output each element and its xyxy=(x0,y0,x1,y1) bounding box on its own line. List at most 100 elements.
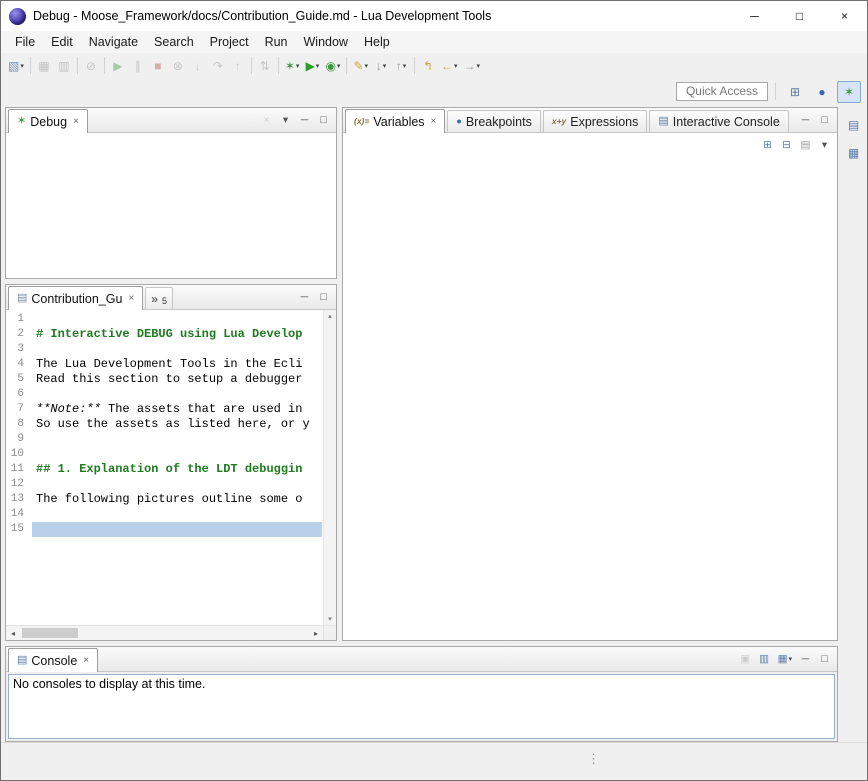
code-line[interactable]: 2# Interactive DEBUG using Lua Develop xyxy=(6,327,323,342)
debug-view: ✶ Debug × × ▾─□ xyxy=(5,107,337,279)
scroll-up-icon[interactable]: ▴ xyxy=(328,312,332,320)
code-line[interactable]: 13The following pictures outline some o xyxy=(6,492,323,507)
last-edit-location-icon[interactable]: ↰ xyxy=(418,56,438,76)
code-line[interactable]: 1 xyxy=(6,312,323,327)
show-logical-structure-icon[interactable]: ⊟ xyxy=(778,137,795,154)
menu-run[interactable]: Run xyxy=(257,33,296,51)
minimized-outline-view-icon[interactable]: ▦ xyxy=(844,143,864,163)
menu-help[interactable]: Help xyxy=(356,33,398,51)
back-icon[interactable]: ←▾ xyxy=(438,56,461,76)
minimize-icon[interactable]: ─ xyxy=(797,651,814,668)
line-number: 4 xyxy=(6,357,32,372)
maximize-icon[interactable]: □ xyxy=(315,112,332,129)
view-menu-icon[interactable]: ▾ xyxy=(277,112,294,129)
maximize-icon[interactable]: □ xyxy=(816,651,833,668)
toolbar-separator xyxy=(251,57,252,74)
scroll-down-icon[interactable]: ▾ xyxy=(328,615,332,623)
code-line[interactable]: 12 xyxy=(6,477,323,492)
menu-window[interactable]: Window xyxy=(296,33,356,51)
main-row: ✶ Debug × ×▾─□ ▤ Contribution_ xyxy=(5,107,838,641)
minimize-button[interactable]: ─ xyxy=(732,1,777,31)
status-bar: ⋮ xyxy=(1,742,867,780)
code-line[interactable]: 4The Lua Development Tools in the Ecli xyxy=(6,357,323,372)
menu-search[interactable]: Search xyxy=(146,33,202,51)
tab-label: Debug xyxy=(30,115,67,129)
line-number: 15 xyxy=(6,522,32,537)
tab-debug[interactable]: ✶ Debug × xyxy=(8,109,88,133)
tab-variables[interactable]: (x)= Variables × xyxy=(345,109,445,133)
menu-file[interactable]: File xyxy=(7,33,43,51)
open-task-icon[interactable]: ✎▾ xyxy=(350,56,371,76)
maximize-button[interactable]: □ xyxy=(777,1,822,31)
right-column: (x)= Variables × ● Breakpoints x+y Expre… xyxy=(342,107,838,641)
view-menu-icon[interactable]: ▾ xyxy=(816,137,833,154)
tab-label: Breakpoints xyxy=(466,115,532,129)
next-annotation-icon[interactable]: ↓▾ xyxy=(371,56,391,76)
console-toolbar: ▣▥▦▾─□ xyxy=(737,651,837,668)
previous-annotation-icon[interactable]: ↑▾ xyxy=(391,56,411,76)
scroll-right-icon[interactable]: ▸ xyxy=(309,626,323,640)
tab-breakpoints[interactable]: ● Breakpoints xyxy=(447,110,540,132)
variables-view: (x)= Variables × ● Breakpoints x+y Expre… xyxy=(342,107,838,641)
console-tabbar: ▤ Console × ▣▥▦▾─□ xyxy=(6,647,837,672)
code-line[interactable]: 11## 1. Explanation of the LDT debuggin xyxy=(6,462,323,477)
code-line[interactable]: 14 xyxy=(6,507,323,522)
code-line[interactable]: 15 xyxy=(6,522,323,537)
tab-expressions[interactable]: x+y Expressions xyxy=(543,110,648,132)
code-text xyxy=(32,387,36,402)
editor-overflow-tab[interactable]: » 5 xyxy=(145,287,173,309)
debug-perspective-icon[interactable]: ✶ xyxy=(837,81,861,103)
line-number: 14 xyxy=(6,507,32,522)
code-area[interactable]: 12# Interactive DEBUG using Lua Develop3… xyxy=(6,310,323,625)
scroll-left-icon[interactable]: ◂ xyxy=(6,626,20,640)
menu-navigate[interactable]: Navigate xyxy=(81,33,146,51)
tab-editor-contribution-guide[interactable]: ▤ Contribution_Gu × xyxy=(8,286,143,310)
editor-vscrollbar[interactable]: ▴ ▾ xyxy=(323,310,336,625)
lua-perspective-icon[interactable]: ● xyxy=(810,81,834,103)
forward-icon[interactable]: →▾ xyxy=(461,56,484,76)
variables-toolbar: ⊞⊟▤▾ xyxy=(759,137,837,154)
new-wizard-icon[interactable]: ▧▾ xyxy=(5,56,27,76)
show-type-names-icon[interactable]: ⊞ xyxy=(759,137,776,154)
external-tools-icon[interactable]: ◉▾ xyxy=(322,56,343,76)
open-console-icon[interactable]: ▦▾ xyxy=(775,651,795,668)
run-icon[interactable]: ▶▾ xyxy=(302,56,322,76)
toolbar-separator xyxy=(104,57,105,74)
code-line[interactable]: 8So use the assets as listed here, or y xyxy=(6,417,323,432)
tab-label: Contribution_Gu xyxy=(31,292,122,306)
code-line[interactable]: 10 xyxy=(6,447,323,462)
collapse-all-icon[interactable]: ▤ xyxy=(797,137,814,154)
menu-edit[interactable]: Edit xyxy=(43,33,81,51)
editor: ▤ Contribution_Gu × » 5 ─□ 12# Intera xyxy=(5,284,337,641)
display-selected-console-icon[interactable]: ▥ xyxy=(756,651,773,668)
minimized-debug-view-icon[interactable]: ▤ xyxy=(844,115,864,135)
close-icon[interactable]: × xyxy=(73,116,79,127)
close-icon[interactable]: × xyxy=(83,655,89,666)
close-icon[interactable]: × xyxy=(431,116,437,127)
scrollbar-corner xyxy=(323,626,336,640)
sash-grip-icon[interactable]: ⋮ xyxy=(587,751,600,767)
code-line[interactable]: 9 xyxy=(6,432,323,447)
maximize-icon[interactable]: □ xyxy=(315,289,332,306)
minimize-icon[interactable]: ─ xyxy=(296,289,313,306)
code-line[interactable]: 6 xyxy=(6,387,323,402)
close-icon[interactable]: × xyxy=(128,293,134,304)
editor-hscrollbar[interactable]: ◂ ▸ xyxy=(6,625,336,640)
close-button[interactable]: × xyxy=(822,1,867,31)
menu-project[interactable]: Project xyxy=(202,33,257,51)
step-return-icon: ↑ xyxy=(228,56,248,76)
quick-access-box[interactable]: Quick Access xyxy=(676,82,768,101)
hscroll-thumb[interactable] xyxy=(22,628,78,638)
minimize-icon[interactable]: ─ xyxy=(296,112,313,129)
tab-console[interactable]: ▤ Console × xyxy=(8,648,98,672)
console-content[interactable]: No consoles to display at this time. xyxy=(8,674,835,739)
tab-interactive-console[interactable]: ▤ Interactive Console xyxy=(649,110,788,132)
code-line[interactable]: 3 xyxy=(6,342,323,357)
code-line[interactable]: 7**Note:** The assets that are used in xyxy=(6,402,323,417)
maximize-icon[interactable]: □ xyxy=(816,112,833,129)
hscroll-track[interactable] xyxy=(20,626,309,640)
open-perspective-icon[interactable]: ⊞ xyxy=(783,81,807,103)
code-line[interactable]: 5Read this section to setup a debugger xyxy=(6,372,323,387)
debug-icon[interactable]: ✶▾ xyxy=(282,56,303,76)
minimize-icon[interactable]: ─ xyxy=(797,112,814,129)
